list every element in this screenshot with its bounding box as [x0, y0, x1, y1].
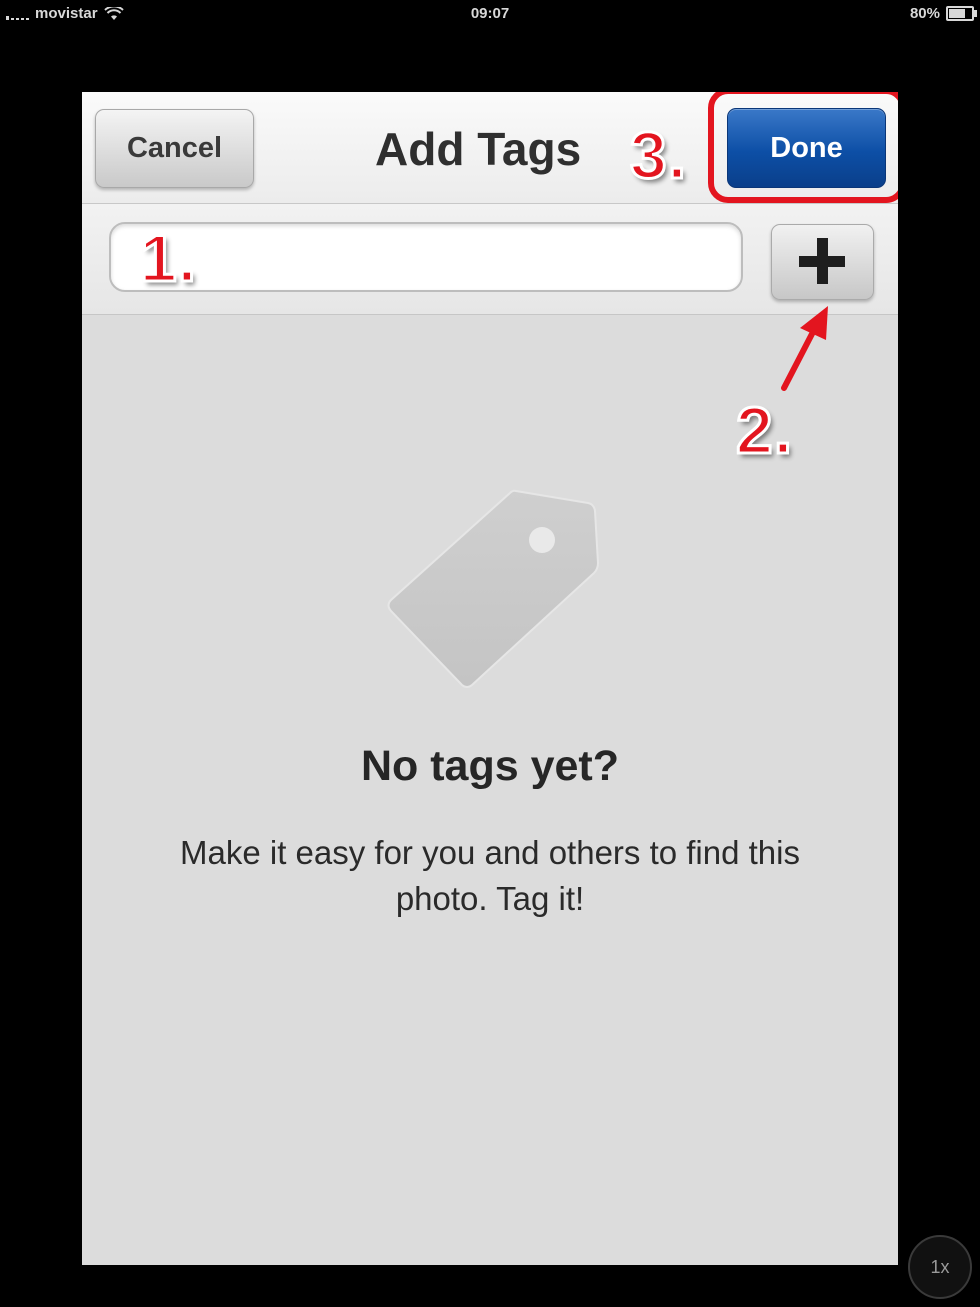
- status-right: 80%: [909, 5, 977, 22]
- step-2-annotation: 2.: [734, 392, 794, 469]
- empty-state-title: No tags yet?: [360, 742, 620, 790]
- add-tag-button[interactable]: [771, 224, 874, 300]
- add-tags-modal: Cancel Add Tags Done No tags yet? Make i…: [82, 92, 898, 1265]
- status-bar: movistar 09:07 80%: [0, 0, 980, 28]
- tag-input[interactable]: [109, 222, 743, 292]
- tag-input-bar: [82, 204, 898, 315]
- done-highlight-ring: [708, 92, 898, 203]
- page-title: Add Tags: [375, 123, 582, 175]
- battery-percent: 80%: [909, 5, 940, 22]
- battery-icon: [946, 6, 977, 21]
- tag-icon: [387, 489, 600, 688]
- navigation-bar: Cancel Add Tags Done: [82, 92, 898, 204]
- empty-state-description: Make it easy for you and others to find …: [180, 834, 800, 917]
- annotation-arrow-icon: [781, 306, 828, 391]
- step-3-annotation: 3.: [628, 117, 688, 194]
- cancel-button[interactable]: Cancel: [95, 109, 254, 188]
- status-time: 09:07: [470, 5, 510, 22]
- zoom-badge[interactable]: 1x: [908, 1235, 972, 1299]
- step-1-annotation: 1.: [138, 220, 198, 297]
